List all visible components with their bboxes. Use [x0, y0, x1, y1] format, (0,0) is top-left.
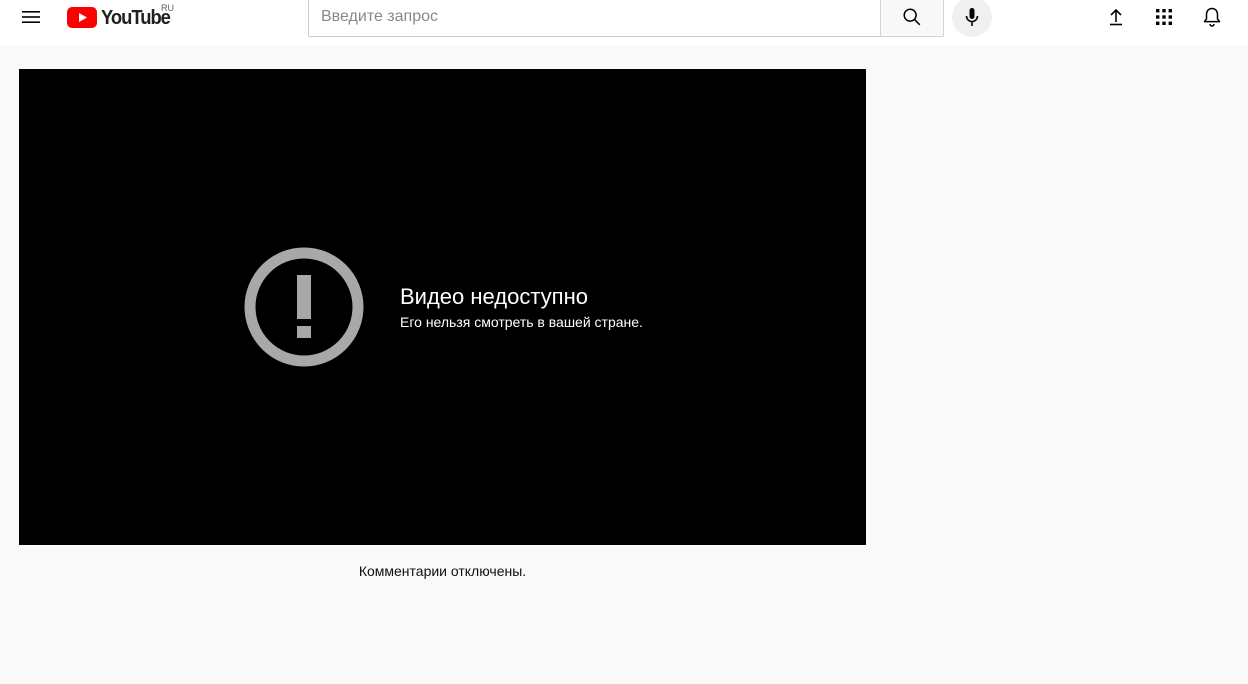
video-player[interactable]: Видео недоступно Его нельзя смотреть в в… [19, 69, 866, 545]
youtube-play-logo-icon [67, 6, 97, 28]
voice-search-button[interactable] [952, 0, 992, 37]
guide-menu-button[interactable] [11, 0, 51, 37]
country-code: RU [161, 3, 174, 13]
search-input[interactable] [309, 0, 881, 36]
upload-icon [1110, 8, 1122, 26]
logo-text: YouTube [101, 6, 171, 29]
notifications-button[interactable] [1192, 0, 1232, 37]
search-box [308, 0, 881, 37]
masthead: YouTube RU [0, 0, 1248, 45]
apps-grid-icon [1156, 9, 1172, 25]
exclamation-circle-icon [244, 247, 364, 367]
bell-icon [1203, 7, 1221, 27]
microphone-icon [965, 8, 979, 26]
apps-button[interactable] [1144, 0, 1184, 37]
search-icon [903, 8, 921, 26]
upload-button[interactable] [1096, 0, 1136, 37]
search-button[interactable] [880, 0, 944, 37]
error-title: Видео недоступно [400, 284, 588, 309]
comments-disabled-message: Комментарии отключены. [358, 563, 527, 579]
youtube-logo[interactable]: YouTube [67, 5, 176, 29]
error-subtitle: Его нельзя смотреть в вашей стране. [400, 314, 643, 330]
menu-icon [22, 11, 40, 23]
